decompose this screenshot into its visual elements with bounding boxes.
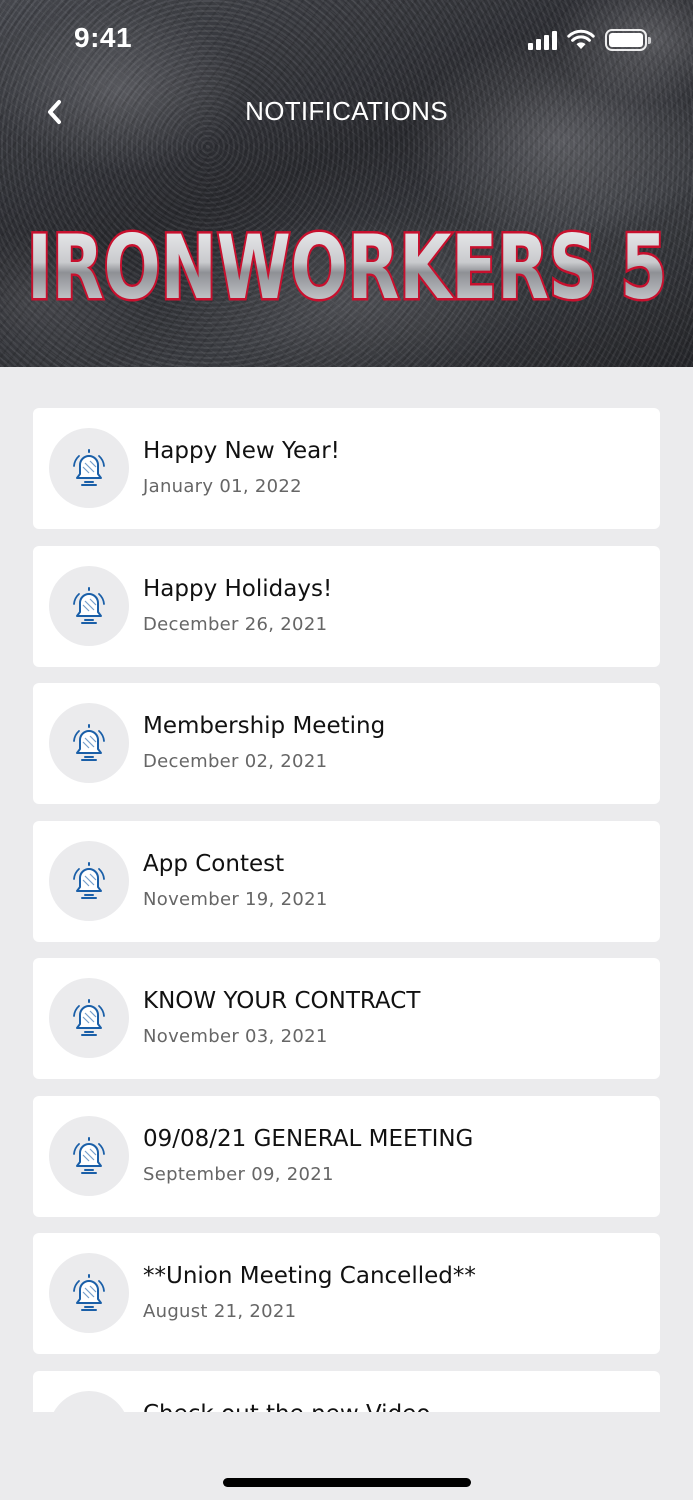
nav-bar: NOTIFICATIONS — [0, 86, 693, 138]
notification-card[interactable]: Membership Meeting December 02, 2021 — [33, 683, 660, 804]
notification-date: December 02, 2021 — [143, 751, 328, 772]
notification-card[interactable]: App Contest November 19, 2021 — [33, 820, 660, 942]
ironworkers-logo: IRONWORKERS 5 — [0, 210, 693, 321]
notification-card[interactable]: 09/08/21 GENERAL MEETING September 09, 20… — [33, 1095, 660, 1217]
notification-list[interactable]: Happy New Year! January 01, 2022 Happy Ho… — [33, 408, 660, 1412]
notification-title: Check out the new Video — [143, 1401, 430, 1413]
notification-card[interactable]: Happy Holidays! December 26, 2021 — [33, 545, 660, 667]
notification-title: Membership Meeting — [143, 713, 386, 739]
notification-date: January 01, 2022 — [143, 476, 302, 497]
status-time: 9:41 — [74, 22, 133, 53]
notification-date: November 19, 2021 — [143, 888, 328, 910]
notification-date: November 03, 2021 — [143, 1026, 328, 1047]
page-title: NOTIFICATIONS — [245, 96, 448, 126]
bell-icon — [49, 1253, 129, 1333]
home-indicator[interactable] — [223, 1478, 471, 1487]
bell-icon — [49, 1115, 129, 1196]
notification-date: September 09, 2021 — [143, 1163, 334, 1185]
svg-text:IRONWORKERS 5: IRONWORKERS 5 — [27, 216, 667, 319]
notification-title: **Union Meeting Cancelled** — [143, 1263, 476, 1289]
signal-icon — [528, 30, 557, 50]
wifi-icon — [567, 29, 595, 49]
notification-title: 09/08/21 GENERAL MEETING — [143, 1125, 474, 1152]
header-banner: 9:41 NOTIFICATIONS IRONWORKERS 5 — [0, 0, 693, 367]
notification-title: App Contest — [143, 850, 285, 877]
notification-card[interactable]: **Union Meeting Cancelled** August 21, 20… — [33, 1233, 660, 1354]
notification-title: KNOW YOUR CONTRACT — [143, 988, 421, 1014]
bell-icon — [49, 428, 129, 508]
notification-card[interactable]: Happy New Year! January 01, 2022 — [33, 408, 660, 529]
notification-date: December 26, 2021 — [143, 613, 328, 635]
battery-icon — [605, 29, 651, 51]
status-icons — [528, 28, 651, 52]
notification-card[interactable]: KNOW YOUR CONTRACT November 03, 2021 — [33, 958, 660, 1079]
bell-icon — [49, 840, 129, 921]
notification-card[interactable]: Check out the new Video — [33, 1370, 660, 1413]
bell-icon — [49, 978, 129, 1058]
bell-icon — [49, 703, 129, 783]
notification-title: Happy New Year! — [143, 438, 340, 464]
bell-icon — [49, 1390, 129, 1412]
notification-title: Happy Holidays! — [143, 575, 333, 602]
status-bar: 9:41 — [0, 0, 693, 80]
bell-icon — [49, 565, 129, 646]
notification-date: August 21, 2021 — [143, 1301, 297, 1322]
